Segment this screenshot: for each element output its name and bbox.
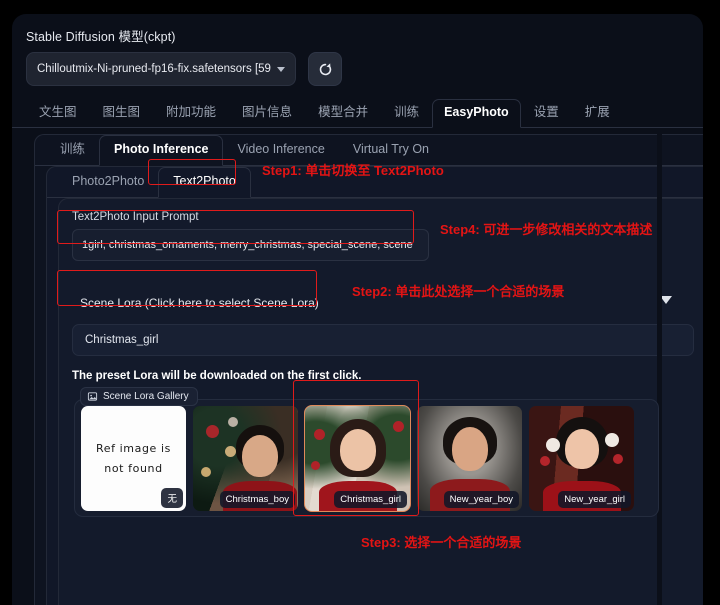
gallery-item-christmas-boy[interactable]: Christmas_boy: [193, 406, 298, 511]
gallery-badge-label: Scene Lora Gallery: [103, 391, 189, 402]
prompt-value: 1girl, christmas_ornaments, merry_christ…: [82, 239, 413, 251]
refresh-models-button[interactable]: [308, 52, 342, 86]
gallery-item-caption: Christmas_boy: [219, 491, 295, 508]
preset-lora-note: The preset Lora will be downloaded on th…: [72, 370, 362, 382]
gallery-item-new-year-girl[interactable]: New_year_girl: [529, 406, 634, 511]
prompt-input[interactable]: 1girl, christmas_ornaments, merry_christ…: [72, 229, 429, 261]
model-checkpoint-value: Chilloutmix-Ni-pruned-fp16-fix.safetenso…: [37, 63, 271, 75]
tab-text2photo[interactable]: Text2Photo: [158, 167, 251, 198]
tab-photo2photo[interactable]: Photo2Photo: [58, 168, 158, 197]
tab-easyphoto[interactable]: EasyPhoto: [432, 99, 521, 128]
model-checkpoint-dropdown[interactable]: Chilloutmix-Ni-pruned-fp16-fix.safetenso…: [26, 52, 296, 86]
gallery-item-caption: Christmas_girl: [334, 491, 407, 508]
gallery-item-new-year-boy[interactable]: New_year_boy: [417, 406, 522, 511]
gallery-item-none[interactable]: Ref image is not found 无: [81, 406, 186, 511]
tab-train[interactable]: 训练: [381, 100, 432, 127]
annotation-step3: Step3: 选择一个合适的场景: [361, 535, 522, 550]
model-row: Chilloutmix-Ni-pruned-fp16-fix.safetenso…: [26, 52, 689, 86]
annotation-step2: Step2: 单击此处选择一个合适的场景: [352, 284, 565, 299]
tab-png-info[interactable]: 图片信息: [229, 100, 305, 127]
scene-lora-value-text: Christmas_girl: [85, 334, 159, 346]
refresh-icon: [319, 62, 331, 75]
scene-lora-title: Scene Lora (Click here to select Scene L…: [80, 296, 319, 310]
gallery-item-placeholder-text: Ref image is not found: [95, 441, 172, 475]
tab-checkpoint-merger[interactable]: 模型合并: [305, 100, 381, 127]
annotation-step1: Step1: 单击切换至 Text2Photo: [262, 163, 444, 178]
panel-right-gutter: [657, 134, 662, 605]
chevron-down-icon: [277, 66, 285, 72]
tab-training[interactable]: 训练: [46, 136, 99, 165]
tab-extras[interactable]: 附加功能: [153, 100, 229, 127]
scene-lora-selected-value[interactable]: Christmas_girl: [72, 324, 694, 356]
main-tab-bar: 文生图 图生图 附加功能 图片信息 模型合并 训练 EasyPhoto 设置 扩…: [12, 98, 703, 128]
tab-settings[interactable]: 设置: [521, 100, 572, 127]
tab-photo-inference[interactable]: Photo Inference: [99, 135, 224, 166]
app-window: Stable Diffusion 模型(ckpt) Chilloutmix-Ni…: [12, 14, 703, 605]
gallery-item-caption: New_year_girl: [558, 491, 631, 508]
model-section: Stable Diffusion 模型(ckpt) Chilloutmix-Ni…: [12, 14, 703, 92]
tab-text2img[interactable]: 文生图: [26, 100, 90, 127]
gallery-item-caption: New_year_boy: [443, 491, 519, 508]
tab-extensions[interactable]: 扩展: [572, 100, 623, 127]
tab-img2img[interactable]: 图生图: [90, 100, 154, 127]
gallery-item-christmas-girl[interactable]: Christmas_girl: [304, 405, 411, 512]
annotation-step4: Step4: 可进一步修改相关的文本描述: [440, 222, 653, 237]
scene-lora-gallery: Scene Lora Gallery Ref image is not found…: [74, 387, 659, 517]
gallery-badge: Scene Lora Gallery: [80, 387, 198, 406]
gallery-item-caption: 无: [161, 488, 183, 508]
model-label: Stable Diffusion 模型(ckpt): [26, 30, 176, 44]
image-icon: [87, 392, 98, 401]
